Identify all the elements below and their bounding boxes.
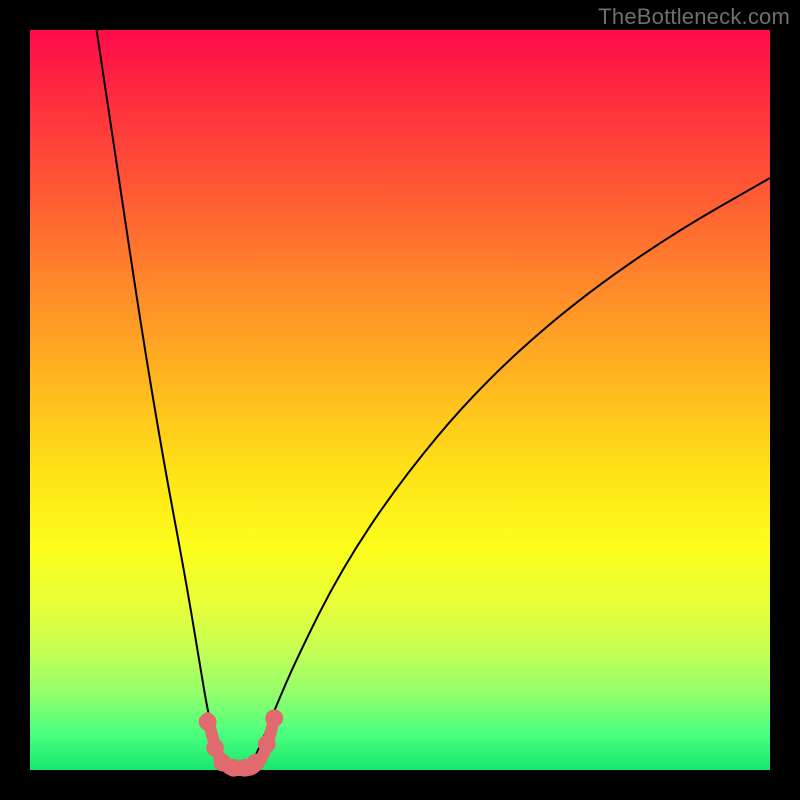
chart-svg: [30, 30, 770, 770]
chart-lines: [97, 30, 770, 770]
chart-plot-area: [30, 30, 770, 770]
watermark-text: TheBottleneck.com: [598, 4, 790, 30]
trough-markers: [199, 709, 283, 776]
curve-left-branch: [97, 30, 230, 770]
trough-marker: [265, 709, 283, 727]
chart-frame: TheBottleneck.com: [0, 0, 800, 800]
curve-right-branch: [245, 178, 770, 770]
trough-marker: [258, 735, 276, 753]
trough-marker: [199, 713, 217, 731]
trough-marker: [247, 754, 265, 772]
